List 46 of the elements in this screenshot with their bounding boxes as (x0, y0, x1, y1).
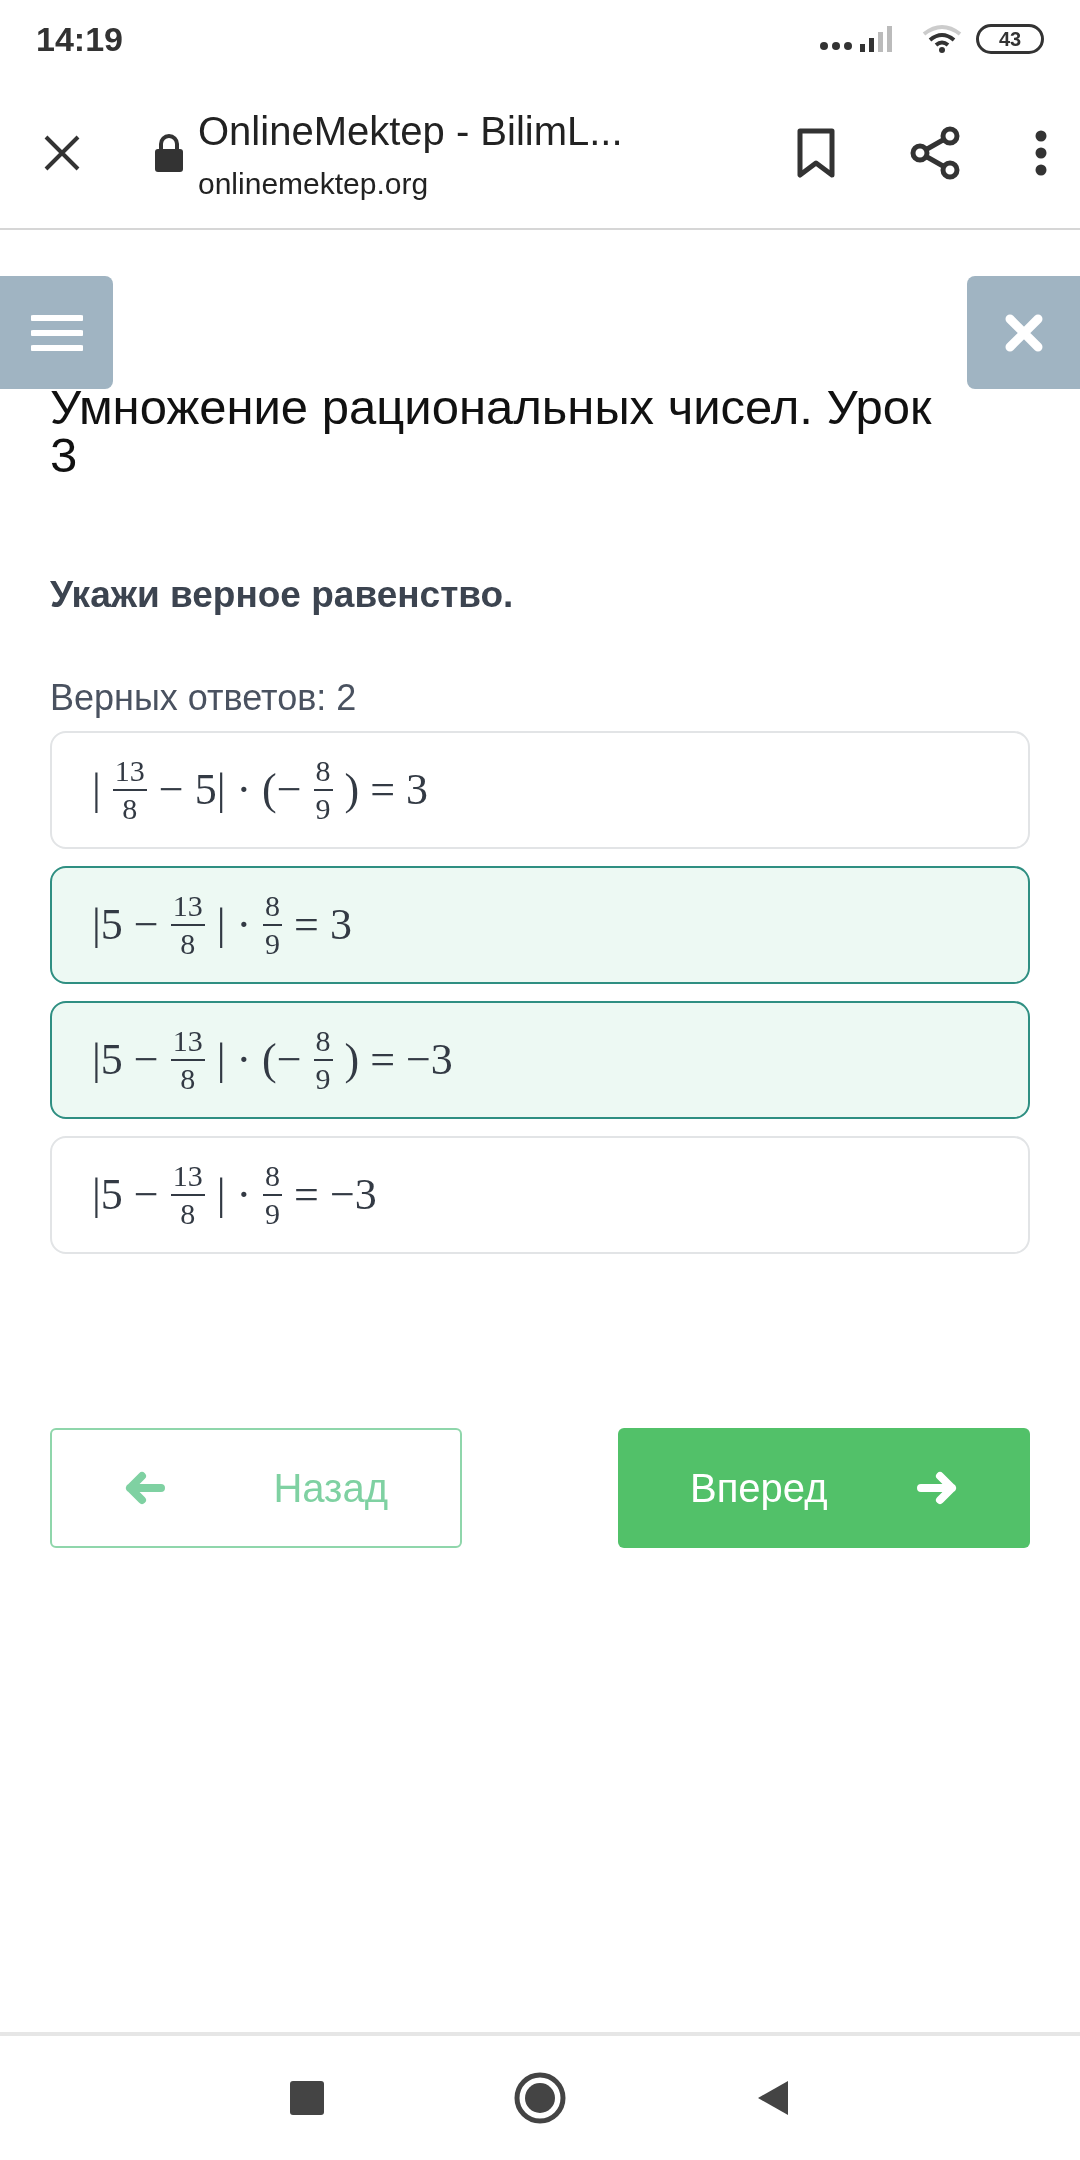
status-time: 14:19 (36, 18, 123, 60)
formula-text: ) = 3 (344, 763, 429, 816)
page-title: OnlineMektep - BilimL... (198, 107, 624, 155)
home-icon[interactable] (514, 2072, 566, 2124)
arrow-right-icon (916, 1469, 958, 1506)
denominator: 9 (264, 928, 282, 959)
formula-text: = −3 (294, 1168, 377, 1221)
denominator: 9 (314, 793, 332, 824)
numerator: 8 (264, 1160, 282, 1191)
battery-icon: 43 (976, 24, 1044, 54)
menu-icon (30, 312, 83, 353)
more-icon[interactable] (1034, 130, 1048, 176)
formula-text: |5 − (92, 1033, 159, 1086)
formula-text: | · (216, 898, 252, 951)
numerator: 8 (314, 755, 332, 786)
formula-text: ) = −3 (344, 1033, 453, 1086)
denominator: 8 (179, 928, 197, 959)
denominator: 8 (121, 793, 139, 824)
numerator: 13 (171, 1160, 204, 1191)
formula-text: = 3 (294, 898, 352, 951)
denominator: 9 (314, 1063, 332, 1094)
numerator: 13 (171, 1025, 204, 1056)
arrow-left-icon (124, 1469, 166, 1506)
back-nav-icon[interactable] (756, 2079, 790, 2117)
page-url: onlinemektep.org (198, 165, 430, 202)
wifi-icon (922, 24, 962, 54)
numerator: 13 (113, 755, 146, 786)
numerator: 8 (264, 890, 282, 921)
formula-text: | · (216, 1168, 252, 1221)
formula-text: | (92, 763, 101, 816)
close-icon (1003, 312, 1044, 353)
formula-text: | · (− (216, 1033, 302, 1086)
formula-text: − 5| · (− (158, 763, 302, 816)
numerator: 8 (314, 1025, 332, 1056)
denominator: 8 (179, 1198, 197, 1229)
denominator: 8 (179, 1063, 197, 1094)
share-icon[interactable] (908, 126, 962, 180)
lesson-title: Умножение рациональных чисел. Урок 3 (50, 383, 933, 479)
answer-count: Верных ответов: 2 (50, 675, 358, 720)
formula-text: |5 − (92, 898, 159, 951)
question-text: Укажи верное равенство. (50, 573, 515, 617)
bookmark-icon[interactable] (796, 127, 836, 179)
formula-text: |5 − (92, 1168, 159, 1221)
lock-icon (154, 133, 184, 173)
denominator: 9 (264, 1198, 282, 1229)
numerator: 13 (171, 890, 204, 921)
